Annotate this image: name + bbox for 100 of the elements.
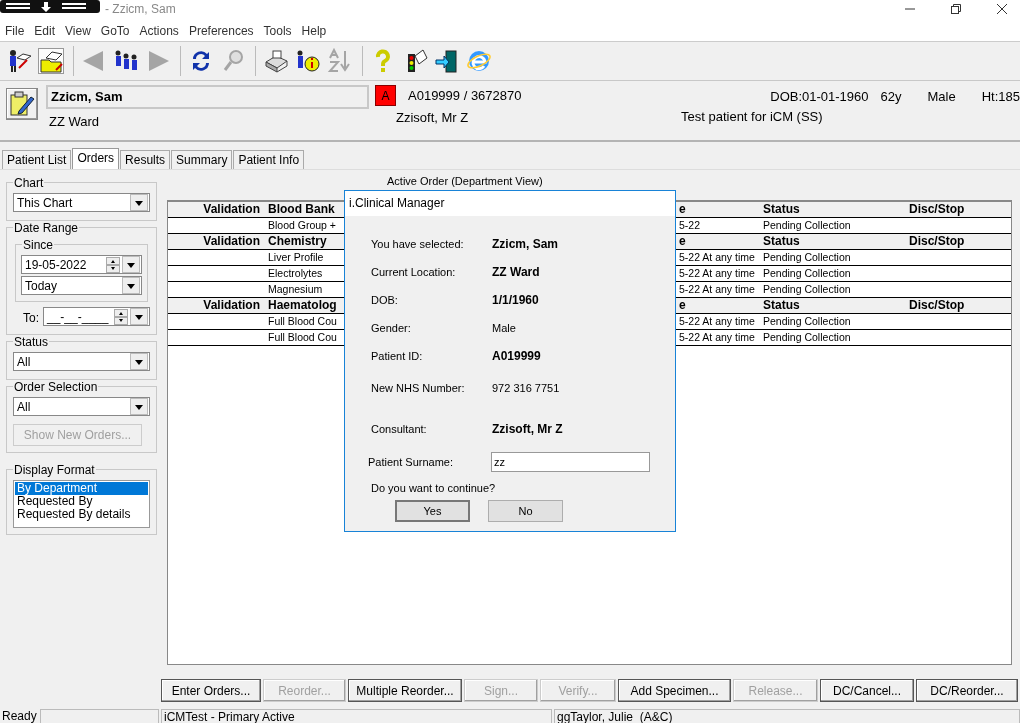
date-cell: 5-22 At any time bbox=[679, 267, 755, 279]
validation-label: Validation bbox=[203, 234, 260, 248]
menu-item[interactable]: Preferences bbox=[183, 23, 259, 38]
action-button[interactable]: DC/Cancel... bbox=[820, 679, 914, 702]
list-item[interactable]: Requested By bbox=[15, 495, 148, 508]
column-heading: e bbox=[679, 202, 686, 216]
order-selection-dropdown[interactable]: All bbox=[13, 397, 150, 416]
test-name: Liver Profile bbox=[268, 251, 324, 263]
menu-item[interactable]: Actions bbox=[134, 23, 184, 38]
column-heading: Status bbox=[763, 202, 800, 216]
action-button[interactable]: DC/Reorder... bbox=[916, 679, 1018, 702]
field-label: Patient Surname: bbox=[368, 456, 454, 468]
tab[interactable]: Patient Info bbox=[233, 150, 305, 169]
field-value: 972 316 7751 bbox=[492, 382, 560, 394]
notes-button[interactable] bbox=[6, 88, 38, 120]
tab[interactable]: Patient List bbox=[2, 150, 72, 169]
browser-icon[interactable] bbox=[466, 48, 492, 74]
dob-label: DOB:01-01-1960 bbox=[770, 89, 869, 104]
field-value: Zzicm, Sam bbox=[492, 237, 559, 251]
to-label: To: bbox=[23, 310, 39, 325]
action-button[interactable]: Add Specimen... bbox=[618, 679, 731, 702]
since-preset-dropdown[interactable]: Today bbox=[21, 276, 142, 295]
surname-input[interactable]: zz bbox=[491, 452, 650, 472]
orders-title: Active Order (Department View) bbox=[386, 174, 544, 189]
status-cell: Pending Collection bbox=[763, 315, 851, 327]
folder-icon[interactable] bbox=[38, 48, 64, 74]
field-value: A019999 bbox=[492, 349, 541, 363]
dialog-button[interactable]: No bbox=[488, 500, 563, 522]
close-icon[interactable] bbox=[996, 3, 1008, 15]
status-dropdown[interactable]: All bbox=[13, 352, 150, 371]
window-title: - Zzicm, Sam bbox=[105, 1, 176, 18]
group-label: Chart bbox=[13, 176, 45, 190]
field-label: Current Location: bbox=[371, 266, 457, 278]
question-text: Do you want to continue? bbox=[371, 482, 497, 494]
consultant-label: Zzisoft, Mr Z bbox=[396, 110, 470, 125]
group-label: Status bbox=[13, 335, 50, 349]
field-label: DOB: bbox=[371, 294, 399, 306]
exit-door-icon[interactable] bbox=[434, 48, 460, 74]
action-button[interactable]: Multiple Reorder... bbox=[348, 679, 462, 702]
restore-icon[interactable] bbox=[950, 3, 962, 15]
column-heading: Disc/Stop bbox=[909, 234, 965, 248]
field-value: ZZ Ward bbox=[492, 265, 540, 279]
field-label: New NHS Number: bbox=[371, 382, 466, 394]
since-date-field[interactable]: 19-05-2022 bbox=[21, 255, 142, 274]
test-name: Magnesium bbox=[268, 283, 323, 295]
date-cell: 5-22 At any time bbox=[679, 251, 755, 263]
chart-dropdown[interactable]: This Chart bbox=[13, 193, 150, 212]
info-icon[interactable] bbox=[295, 48, 321, 74]
date-cell: 5-22 bbox=[679, 219, 700, 231]
menu-item[interactable]: File bbox=[0, 23, 30, 38]
field-value: Male bbox=[492, 322, 516, 334]
status-cell: Pending Collection bbox=[763, 331, 851, 343]
patient-name-field: Zzicm, Sam bbox=[46, 85, 369, 109]
connection-status: iCMTest - Primary Active bbox=[161, 709, 552, 723]
field-label: Consultant: bbox=[371, 423, 428, 435]
status-cell: Pending Collection bbox=[763, 283, 851, 295]
field-label: Gender: bbox=[371, 322, 412, 334]
spin-arrows-icon[interactable] bbox=[106, 256, 120, 273]
patient-note: Test patient for iCM (SS) bbox=[681, 109, 824, 124]
status-cell: Pending Collection bbox=[763, 251, 851, 263]
age-label: 62y bbox=[880, 89, 902, 104]
dialog-title: i.Clinical Manager bbox=[345, 191, 675, 216]
ward-label: ZZ Ward bbox=[49, 114, 101, 129]
field-value: 1/1/1960 bbox=[492, 293, 539, 307]
dialog-button[interactable]: Yes bbox=[395, 500, 470, 522]
status-cell: Pending Collection bbox=[763, 267, 851, 279]
menu-item[interactable]: Help bbox=[296, 23, 332, 38]
sex-label: Male bbox=[927, 89, 956, 104]
list-item[interactable]: Requested By details bbox=[15, 508, 148, 521]
status-cell: Pending Collection bbox=[763, 219, 851, 231]
field-label: You have selected: bbox=[371, 238, 465, 250]
department-name: Haematolog bbox=[268, 298, 337, 312]
column-heading: Status bbox=[763, 298, 800, 312]
list-item[interactable]: By Department bbox=[15, 482, 148, 495]
department-name: Chemistry bbox=[268, 234, 327, 248]
department-name: Blood Bank bbox=[268, 202, 335, 216]
date-cell: 5-22 At any time bbox=[679, 315, 755, 327]
group-label: Display Format bbox=[13, 463, 96, 477]
validation-label: Validation bbox=[203, 298, 260, 312]
status-text: Ready bbox=[1, 709, 38, 723]
field-value: Zzisoft, Mr Z bbox=[492, 422, 563, 436]
validation-label: Validation bbox=[203, 202, 260, 216]
menu-item[interactable]: Tools bbox=[258, 23, 297, 38]
column-heading: Disc/Stop bbox=[909, 298, 965, 312]
tab[interactable]: Results bbox=[120, 150, 171, 169]
action-button[interactable]: Enter Orders... bbox=[161, 679, 261, 702]
group-label: Order Selection bbox=[13, 380, 99, 394]
menu-item[interactable]: Edit bbox=[29, 23, 61, 38]
menu-item[interactable]: GoTo bbox=[95, 23, 135, 38]
tab[interactable]: Orders bbox=[72, 148, 120, 169]
date-cell: 5-22 At any time bbox=[679, 283, 755, 295]
printer-icon[interactable] bbox=[263, 48, 289, 74]
column-heading: Disc/Stop bbox=[909, 202, 965, 216]
tab[interactable]: Summary bbox=[171, 150, 233, 169]
spin-arrows-icon[interactable] bbox=[114, 308, 128, 325]
patient-ids: A019999 / 3672870 bbox=[408, 88, 522, 103]
menu-item[interactable]: View bbox=[60, 23, 96, 38]
field-label: Patient ID: bbox=[371, 350, 424, 362]
to-date-field[interactable]: __-__-____ bbox=[43, 307, 150, 326]
group-label: Date Range bbox=[13, 221, 80, 235]
